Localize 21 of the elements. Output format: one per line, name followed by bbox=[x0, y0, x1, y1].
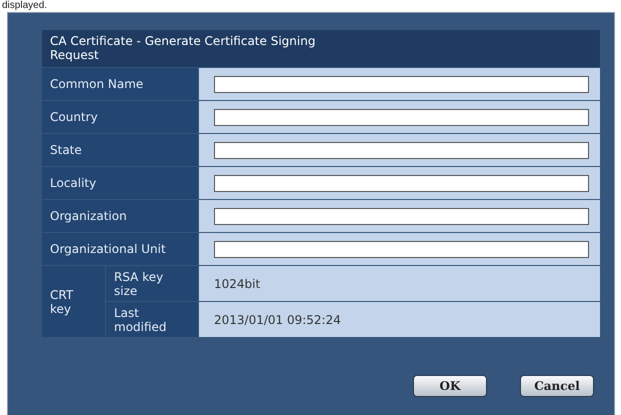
field-label: Organizational Unit bbox=[42, 233, 198, 265]
key-attribute-value: 2013/01/01 09:52:24 bbox=[214, 312, 341, 326]
text-field[interactable] bbox=[214, 142, 589, 158]
text-field[interactable] bbox=[214, 208, 589, 224]
field-label: Organization bbox=[42, 200, 198, 232]
ok-button[interactable]: OK bbox=[413, 375, 487, 397]
key-attribute-label: Last modified bbox=[106, 302, 198, 337]
text-field[interactable] bbox=[214, 76, 589, 92]
field-label: State bbox=[42, 134, 198, 166]
text-field[interactable] bbox=[214, 240, 589, 258]
caption-text: displayed. bbox=[1, 0, 48, 12]
text-field[interactable] bbox=[214, 108, 589, 126]
field-label: Common Name bbox=[42, 68, 198, 100]
field-label: Locality bbox=[42, 167, 198, 199]
dialog-title: CA Certificate - Generate Certificate Signing Request bbox=[42, 30, 600, 67]
key-attribute-label: RSA key size bbox=[106, 266, 198, 301]
field-label: Country bbox=[42, 101, 198, 133]
text-field[interactable] bbox=[214, 174, 589, 192]
cancel-button[interactable]: Cancel bbox=[520, 375, 594, 397]
crt-key-label: CRT key bbox=[42, 266, 105, 337]
key-attribute-value: 1024bit bbox=[214, 276, 260, 290]
